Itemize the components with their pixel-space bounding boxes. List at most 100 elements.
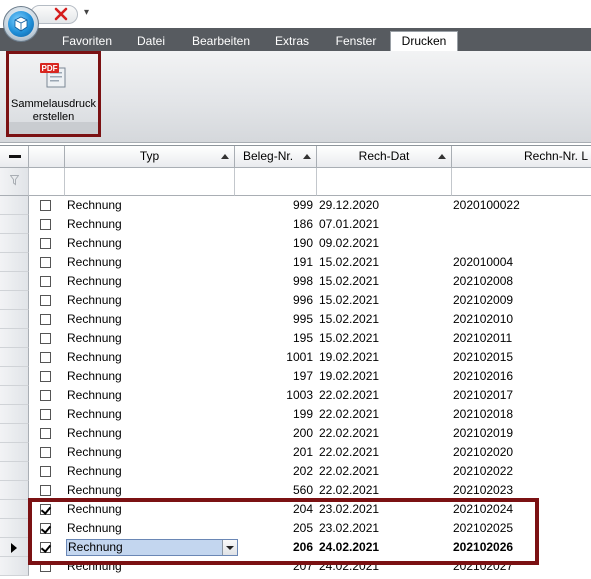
row-checkbox[interactable] [40,428,51,439]
filter-cell-check[interactable] [29,168,65,196]
invoice-grid: Typ Beleg-Nr. Rech-Dat Rechn-Nr. L Rechn… [0,145,591,579]
table-row[interactable]: Rechnung 205 23.02.2021 202102025 [29,519,591,538]
row-selector[interactable] [0,253,29,272]
cell-beleg-nr: 206 [292,540,313,554]
column-header-typ-label: Typ [139,149,160,163]
row-checkbox[interactable] [40,257,51,268]
tab-bearbeiten[interactable]: Bearbeiten [184,33,258,51]
row-checkbox[interactable] [40,314,51,325]
row-checkbox[interactable] [40,485,51,496]
application-menu-button[interactable] [3,6,39,42]
row-checkbox[interactable] [40,333,51,344]
row-checkbox[interactable] [40,542,51,553]
row-selector[interactable] [0,557,29,576]
row-selector[interactable] [0,272,29,291]
cell-rech-dat: 09.02.2021 [319,236,380,250]
table-row[interactable]: Rechnung 197 19.02.2021 202102016 [29,367,591,386]
table-row[interactable]: Rechnung 202 22.02.2021 202102022 [29,462,591,481]
table-row[interactable]: Rechnung 201 22.02.2021 202102020 [29,443,591,462]
cell-typ: Rechnung [67,483,122,497]
close-icon[interactable] [52,6,70,22]
cell-rech-dat: 29.12.2020 [319,198,380,212]
cell-beleg-nr: 202 [292,464,313,478]
table-row[interactable]: Rechnung 186 07.01.2021 [29,215,591,234]
row-selector[interactable] [0,519,29,538]
tab-favoriten[interactable]: Favoriten [52,33,122,51]
filter-cell-typ[interactable] [65,168,235,196]
row-selector[interactable] [0,367,29,386]
customize-toolbar-icon[interactable]: ▾ [84,7,89,18]
row-checkbox[interactable] [40,561,51,572]
row-selector[interactable] [0,424,29,443]
cell-rechn-nr [453,234,591,253]
table-row[interactable]: Rechnung 998 15.02.2021 202102008 [29,272,591,291]
tab-fenster[interactable]: Fenster [326,33,386,51]
row-checkbox[interactable] [40,390,51,401]
table-row[interactable]: Rechnung 1001 19.02.2021 202102015 [29,348,591,367]
row-selector[interactable] [0,443,29,462]
column-header-beleg[interactable]: Beleg-Nr. [235,146,317,168]
row-selector[interactable] [0,215,29,234]
table-row[interactable]: Rechnung 190 09.02.2021 [29,234,591,253]
cell-rechn-nr: 202102019 [453,426,514,440]
table-row[interactable]: Rechnung 204 23.02.2021 202102024 [29,500,591,519]
row-checkbox[interactable] [40,238,51,249]
filter-cell-beleg[interactable] [235,168,317,196]
cell-rech-dat: 15.02.2021 [319,331,380,345]
typ-dropdown-editor[interactable]: Rechnung [66,539,238,556]
cell-typ: Rechnung [67,388,122,402]
row-selector[interactable] [0,538,29,557]
column-header-rechdat[interactable]: Rech-Dat [317,146,452,168]
table-row[interactable]: Rechnung 207 24.02.2021 202102027 [29,557,591,576]
column-header-typ[interactable]: Typ [65,146,235,168]
row-checkbox[interactable] [40,409,51,420]
row-checkbox[interactable] [40,523,51,534]
table-row[interactable]: Rechnung 206 24.02.2021 202102026 [29,538,591,557]
row-selector[interactable] [0,348,29,367]
table-row[interactable]: Rechnung 560 22.02.2021 202102023 [29,481,591,500]
column-header-rechnnr[interactable]: Rechn-Nr. L [452,146,591,168]
cell-rechn-nr: 202102023 [453,483,514,497]
cell-beleg-nr: 199 [292,407,313,421]
cell-beleg-nr: 191 [292,255,313,269]
row-checkbox[interactable] [40,295,51,306]
table-row[interactable]: Rechnung 996 15.02.2021 202102009 [29,291,591,310]
header-check-column[interactable] [29,146,65,168]
table-row[interactable]: Rechnung 199 22.02.2021 202102018 [29,405,591,424]
row-selector[interactable] [0,291,29,310]
row-selector[interactable] [0,386,29,405]
dropdown-arrow-icon[interactable] [222,540,237,555]
tab-datei[interactable]: Datei [126,33,176,51]
tab-drucken[interactable]: Drucken [390,31,458,52]
table-row[interactable]: Rechnung 999 29.12.2020 2020100022 [29,196,591,215]
row-selector[interactable] [0,481,29,500]
sammelausdruck-button[interactable]: PDF Sammelausdruck erstellen [9,58,98,124]
table-row[interactable]: Rechnung 191 15.02.2021 202010004 [29,253,591,272]
row-checkbox[interactable] [40,371,51,382]
cell-typ: Rechnung [67,350,122,364]
row-selector[interactable] [0,405,29,424]
tab-extras[interactable]: Extras [264,33,320,51]
header-row-selector[interactable] [0,146,29,168]
row-selector[interactable] [0,462,29,481]
row-selector[interactable] [0,329,29,348]
row-checkbox[interactable] [40,219,51,230]
filter-cell-rechnnr[interactable] [452,168,591,196]
row-selector[interactable] [0,500,29,519]
cell-typ: Rechnung [67,445,122,459]
row-checkbox[interactable] [40,504,51,515]
filter-cell-rechdat[interactable] [317,168,452,196]
row-checkbox[interactable] [40,200,51,211]
table-row[interactable]: Rechnung 195 15.02.2021 202102011 [29,329,591,348]
table-row[interactable]: Rechnung 200 22.02.2021 202102019 [29,424,591,443]
cell-typ: Rechnung [67,217,122,231]
row-selector[interactable] [0,310,29,329]
row-checkbox[interactable] [40,466,51,477]
row-checkbox[interactable] [40,276,51,287]
row-checkbox[interactable] [40,447,51,458]
table-row[interactable]: Rechnung 995 15.02.2021 202102010 [29,310,591,329]
row-selector[interactable] [0,196,29,215]
table-row[interactable]: Rechnung 1003 22.02.2021 202102017 [29,386,591,405]
row-selector[interactable] [0,234,29,253]
row-checkbox[interactable] [40,352,51,363]
